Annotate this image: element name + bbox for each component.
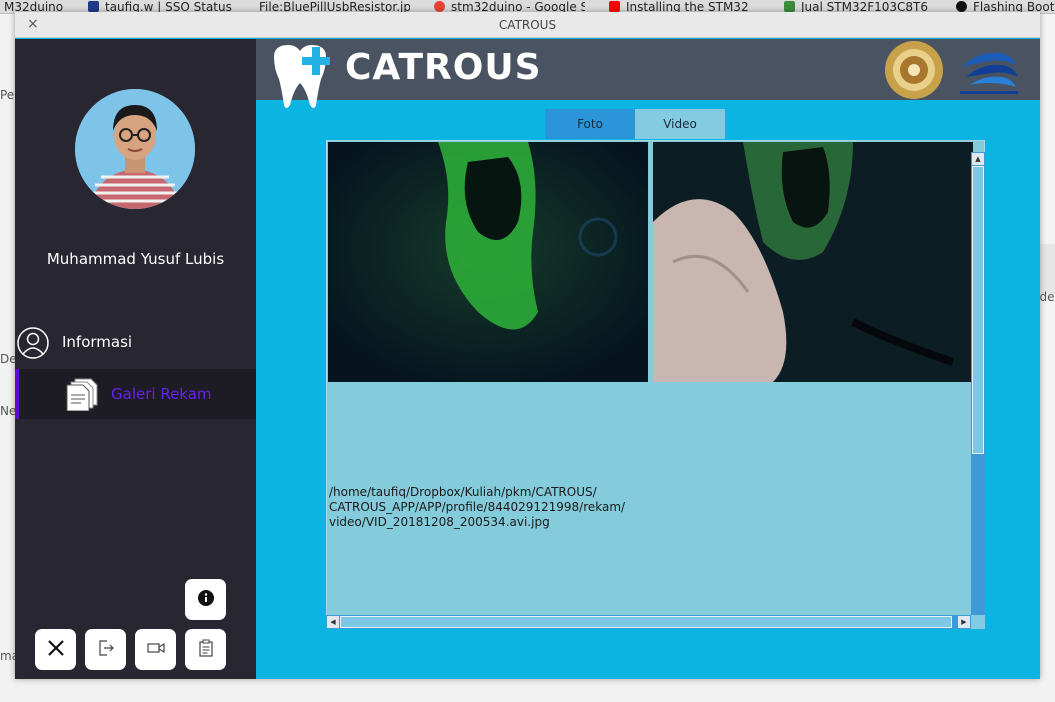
path-line: video/VID_20181208_200534.avi.jpg [329,515,550,529]
background-browser-bottom-edge [0,679,1055,702]
video-thumbnail[interactable] [653,142,973,382]
google-favicon-icon [434,1,445,12]
clipboard-icon [197,639,215,661]
background-panel [1040,244,1055,294]
shop-favicon-icon [784,1,795,12]
sidebar-item-galeri-rekam[interactable]: Galeri Rekam [15,369,256,419]
sidebar: Muhammad Yusuf Lubis Informasi Galeri Re… [15,39,256,679]
scroll-up-icon[interactable]: ▲ [972,153,984,165]
tab-foto[interactable]: Foto [545,109,635,139]
logout-button[interactable] [85,629,126,670]
horizontal-scroll-thumb[interactable] [340,616,952,628]
window-title: CATROUS [498,18,557,32]
report-button[interactable] [185,629,226,670]
tooth-logo-icon [266,43,334,115]
vertical-scrollbar[interactable]: ▲ ▼ [971,152,985,628]
logout-icon [97,639,115,661]
sso-favicon-icon [88,1,99,12]
sidebar-item-label: Galeri Rekam [111,385,212,403]
vertical-scroll-thumb[interactable] [972,166,984,454]
user-photo-icon [75,89,195,209]
app-title: CATROUS [345,47,542,88]
sidebar-item-informasi[interactable]: Informasi [15,324,256,362]
window-titlebar: × CATROUS [15,12,1040,38]
info-icon [197,589,214,610]
video-gallery[interactable]: /home/taufiq/Dropbox/Kuliah/pkm/CATROUS/… [326,140,985,628]
scrollbar-corner [971,615,985,629]
scroll-right-icon[interactable]: ▶ [958,616,970,628]
youtube-favicon-icon [609,1,620,12]
sidebar-item-label: Informasi [62,333,133,351]
user-name: Muhammad Yusuf Lubis [46,250,225,268]
video-thumbnail[interactable] [328,142,648,382]
background-browser-left-edge: Pe De Ne ma [0,14,19,702]
media-tabs: Foto Video [545,109,725,139]
video-record-button[interactable] [135,629,176,670]
path-line: CATROUS_APP/APP/profile/844029121998/rek… [329,500,626,514]
video-thumbnail-finger-icon [653,142,973,382]
user-icon [16,326,50,364]
ristekdikti-logo-icon [956,41,1022,103]
university-seal-icon [884,40,944,104]
horizontal-scrollbar[interactable]: ◀ ▶ [326,615,971,629]
github-favicon-icon [956,1,967,12]
documents-icon [65,377,99,415]
path-line: /home/taufiq/Dropbox/Kuliah/pkm/CATROUS/ [329,485,597,499]
close-icon [47,639,65,661]
app-header: CATROUS [256,39,1040,108]
tab-video[interactable]: Video [635,109,725,139]
app-window: × CATROUS Muhammad Yusuf Lubis Informasi… [15,12,1040,679]
video-thumbnail-mouth-icon [328,142,648,382]
background-browser-right-edge: t de [1031,14,1055,702]
video-file-path: /home/taufiq/Dropbox/Kuliah/pkm/CATROUS/… [329,485,625,530]
background-text: Pe [0,88,15,102]
video-camera-icon [146,639,165,661]
scroll-left-icon[interactable]: ◀ [327,616,339,628]
avatar [75,89,195,209]
exit-button[interactable] [35,629,76,670]
info-button[interactable] [185,579,226,620]
background-text: Ne [0,404,17,418]
